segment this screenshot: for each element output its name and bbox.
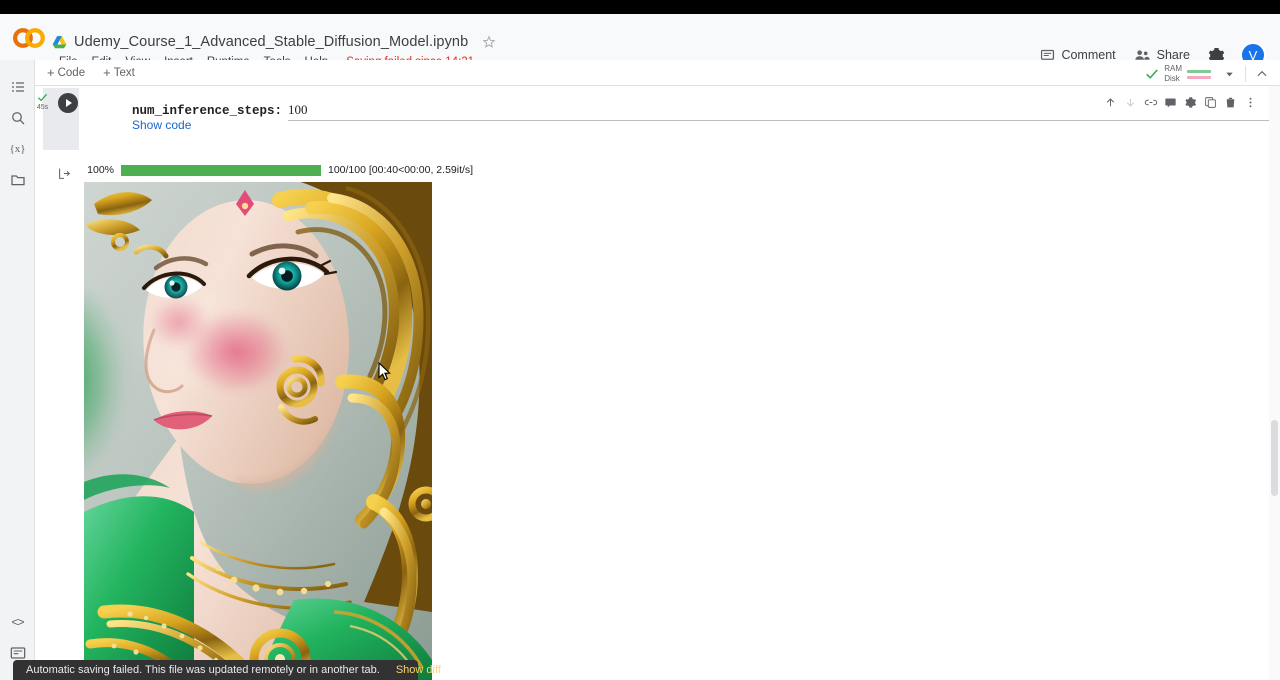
sidebar-item-code-snippets[interactable]: <>: [0, 606, 35, 637]
resources-indicator[interactable]: RAM Disk: [1141, 62, 1215, 86]
add-comment-button[interactable]: [1161, 93, 1180, 112]
copy-cell-button[interactable]: [1201, 93, 1220, 112]
toolbar-right: RAM Disk: [1141, 62, 1272, 86]
link-icon: [1144, 96, 1158, 109]
more-cell-actions-button[interactable]: [1241, 93, 1260, 112]
delete-cell-button[interactable]: [1221, 93, 1240, 112]
sidebar-item-table-of-contents[interactable]: [0, 71, 35, 102]
form-field-value: 100: [288, 102, 308, 117]
show-code-link[interactable]: Show code: [132, 118, 191, 132]
more-vertical-icon: [1244, 96, 1257, 109]
collapse-toolbar-button[interactable]: [1252, 64, 1272, 84]
browser-top-strip: [0, 0, 1280, 14]
cell-body: num_inference_steps: 100 Show code: [79, 88, 1271, 150]
add-cell-buttons: + Code + Text: [40, 64, 142, 81]
app-header: Udemy_Course_1_Advanced_Stable_Diffusion…: [0, 14, 1280, 60]
form-field-label: num_inference_steps:: [132, 104, 282, 118]
google-drive-icon: [52, 35, 67, 49]
play-icon: [66, 99, 72, 107]
add-code-cell-button[interactable]: + Code: [40, 64, 92, 81]
cell-run-status: 45s: [36, 92, 49, 111]
disk-bar: [1187, 76, 1211, 79]
chevron-down-icon: [1224, 69, 1235, 80]
variables-icon: {x}: [9, 143, 25, 155]
chevron-up-icon: [1255, 67, 1269, 81]
resources-dropdown-button[interactable]: [1219, 64, 1239, 84]
left-sidebar: {x} <>: [0, 60, 35, 680]
copy-icon: [1204, 96, 1217, 109]
notebook-title-row: Udemy_Course_1_Advanced_Stable_Diffusion…: [52, 34, 496, 50]
progress-bar-row: 100% 100/100 [00:40<00:00, 2.59it/s]: [84, 164, 473, 176]
comment-icon: [1164, 96, 1177, 109]
cell-gutter: 45s: [43, 88, 79, 150]
scrollbar-thumb[interactable]: [1271, 420, 1278, 496]
add-code-label: Code: [58, 67, 86, 79]
resource-labels: RAM Disk: [1164, 64, 1182, 84]
progress-bar-fill: [121, 165, 321, 176]
code-brackets-icon: <>: [11, 615, 23, 629]
ram-bar: [1187, 70, 1211, 73]
cell-settings-button[interactable]: [1181, 93, 1200, 112]
link-to-cell-button[interactable]: [1141, 93, 1160, 112]
star-outline-icon[interactable]: [482, 35, 496, 49]
vertical-scrollbar[interactable]: [1269, 86, 1280, 680]
add-text-cell-button[interactable]: + Text: [96, 64, 142, 81]
gear-icon: [1184, 96, 1197, 109]
disk-label: Disk: [1164, 74, 1182, 84]
show-diff-link[interactable]: Show diff: [396, 664, 441, 676]
ram-label: RAM: [1164, 64, 1182, 74]
terminal-icon: [10, 646, 26, 660]
plus-icon: +: [103, 66, 111, 79]
sidebar-item-files[interactable]: [0, 164, 35, 195]
green-check-icon: [36, 92, 49, 103]
colab-logo[interactable]: [13, 27, 47, 49]
add-text-label: Text: [114, 67, 135, 79]
arrow-down-icon: [1124, 96, 1137, 109]
save-failure-toast: Automatic saving failed. This file was u…: [13, 660, 418, 680]
notebook-toolbar: + Code + Text RAM Disk: [0, 60, 1280, 86]
list-icon: [10, 79, 26, 95]
trash-icon: [1224, 96, 1237, 109]
progress-bar: [121, 165, 321, 176]
search-icon: [10, 110, 26, 126]
move-cell-up-button[interactable]: [1101, 93, 1120, 112]
arrow-up-icon: [1104, 96, 1117, 109]
progress-percent: 100%: [84, 164, 114, 176]
generated-image: [84, 182, 432, 680]
toolbar-divider: [1245, 66, 1246, 82]
notebook-canvas: 45s num_inference_steps: 100 Show code: [35, 86, 1280, 680]
toast-message: Automatic saving failed. This file was u…: [26, 664, 380, 676]
code-cell[interactable]: 45s num_inference_steps: 100 Show code: [43, 88, 1271, 150]
sidebar-item-search[interactable]: [0, 102, 35, 133]
move-cell-down-button[interactable]: [1121, 93, 1140, 112]
run-cell-button[interactable]: [58, 93, 78, 113]
resource-bars: [1187, 70, 1211, 79]
sidebar-top-group: {x}: [0, 71, 35, 195]
cell-run-time: 45s: [37, 104, 48, 111]
progress-detail: 100/100 [00:40<00:00, 2.59it/s]: [328, 164, 473, 176]
green-check-icon: [1145, 67, 1159, 81]
folder-icon: [10, 172, 26, 188]
sidebar-item-variables[interactable]: {x}: [0, 133, 35, 164]
cell-action-toolbar: [1098, 91, 1263, 114]
cell-output-icon[interactable]: [58, 167, 71, 185]
sidebar-bottom-group: <>: [0, 606, 35, 668]
plus-icon: +: [47, 66, 55, 79]
notebook-title[interactable]: Udemy_Course_1_Advanced_Stable_Diffusion…: [74, 34, 468, 50]
